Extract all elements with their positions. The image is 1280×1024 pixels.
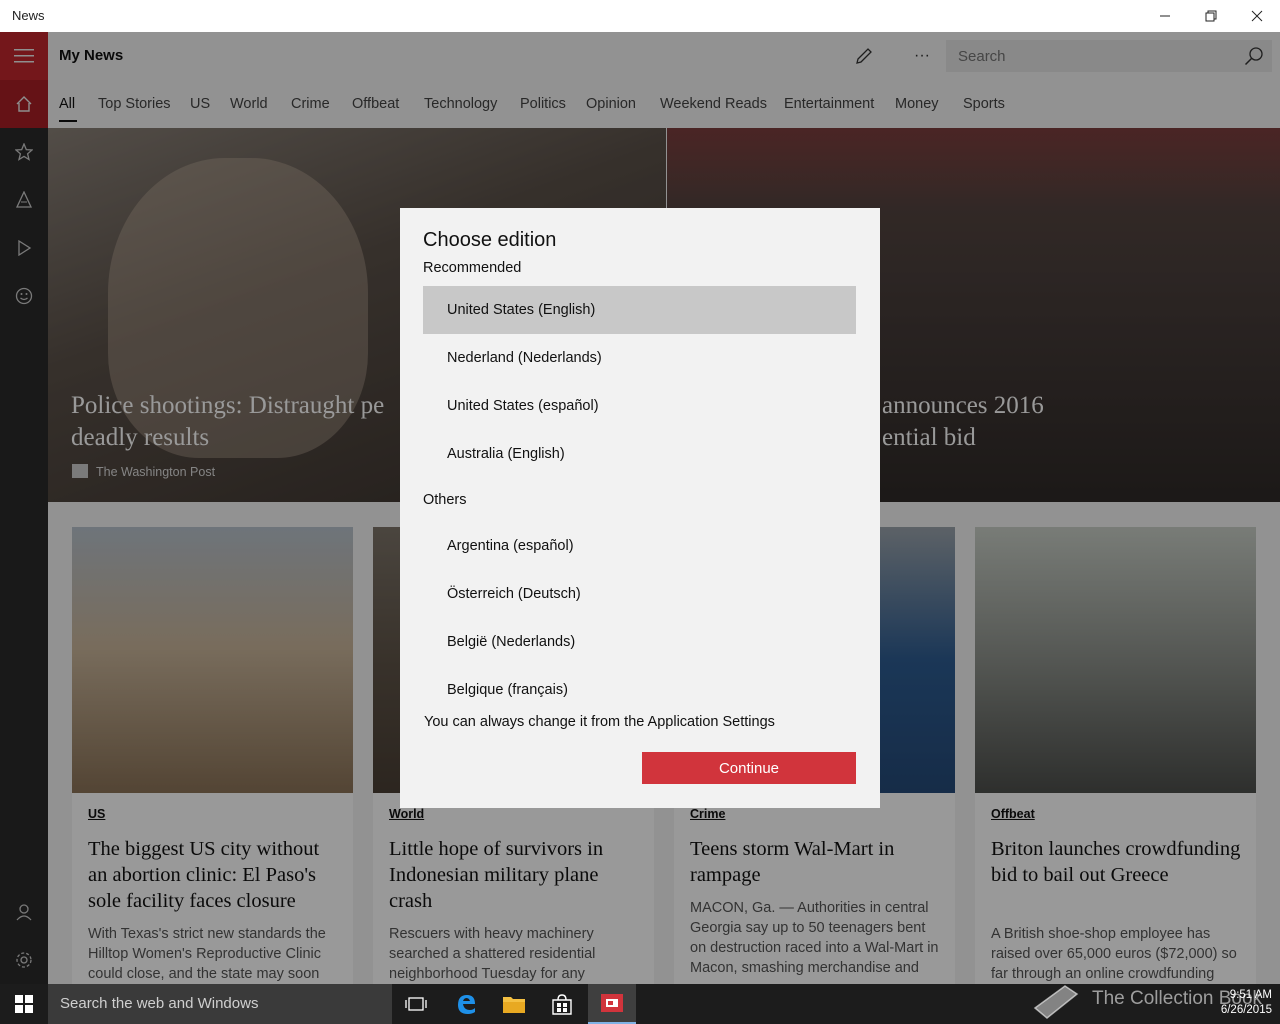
edge-taskbar-button[interactable] — [442, 984, 490, 1024]
news-taskbar-button[interactable] — [588, 984, 636, 1024]
continue-button[interactable]: Continue — [642, 752, 856, 784]
title-bar: News — [0, 0, 1280, 32]
close-icon — [1251, 10, 1263, 22]
taskbar: Search the web and Windows The Collectio… — [0, 984, 1280, 1024]
store-taskbar-button[interactable] — [538, 984, 586, 1024]
system-clock[interactable]: 9:51 AM 6/26/2015 — [1221, 988, 1272, 1018]
dialog-note: You can always change it from the Applic… — [424, 714, 775, 730]
restore-button[interactable] — [1188, 0, 1234, 32]
start-button[interactable] — [0, 984, 48, 1024]
minimize-icon — [1160, 15, 1170, 17]
task-view-icon — [405, 997, 427, 1011]
edge-browser-icon — [458, 995, 475, 1014]
close-button[interactable] — [1234, 0, 1280, 32]
edition-option[interactable]: Österreich (Deutsch) — [423, 570, 856, 618]
folder-icon — [503, 997, 525, 1013]
edition-option[interactable]: Belgique (français) — [423, 666, 856, 714]
clock-time: 9:51 AM — [1229, 989, 1272, 1001]
edition-option[interactable]: United States (English) — [423, 286, 856, 334]
task-view-button[interactable] — [392, 984, 440, 1024]
edition-option[interactable]: Nederland (Nederlands) — [423, 334, 856, 382]
edition-option[interactable]: België (Nederlands) — [423, 618, 856, 666]
others-heading: Others — [423, 492, 467, 508]
file-explorer-taskbar-button[interactable] — [490, 984, 538, 1024]
edition-option[interactable]: Argentina (español) — [423, 522, 856, 570]
window-title: News — [12, 8, 45, 23]
news-app-icon — [601, 994, 623, 1012]
book-watermark-icon — [1033, 985, 1079, 1019]
taskbar-search-box[interactable]: Search the web and Windows — [48, 984, 392, 1024]
restore-icon — [1205, 10, 1217, 22]
recommended-heading: Recommended — [423, 260, 522, 276]
edition-option[interactable]: United States (español) — [423, 382, 856, 430]
store-bag-icon — [552, 994, 572, 1015]
edition-option[interactable]: Australia (English) — [423, 430, 856, 478]
choose-edition-dialog: Choose edition Recommended United States… — [400, 208, 880, 808]
clock-date: 6/26/2015 — [1220, 1004, 1272, 1016]
windows-logo-icon — [15, 995, 33, 1013]
dialog-title: Choose edition — [423, 229, 557, 251]
minimize-button[interactable] — [1142, 0, 1188, 32]
